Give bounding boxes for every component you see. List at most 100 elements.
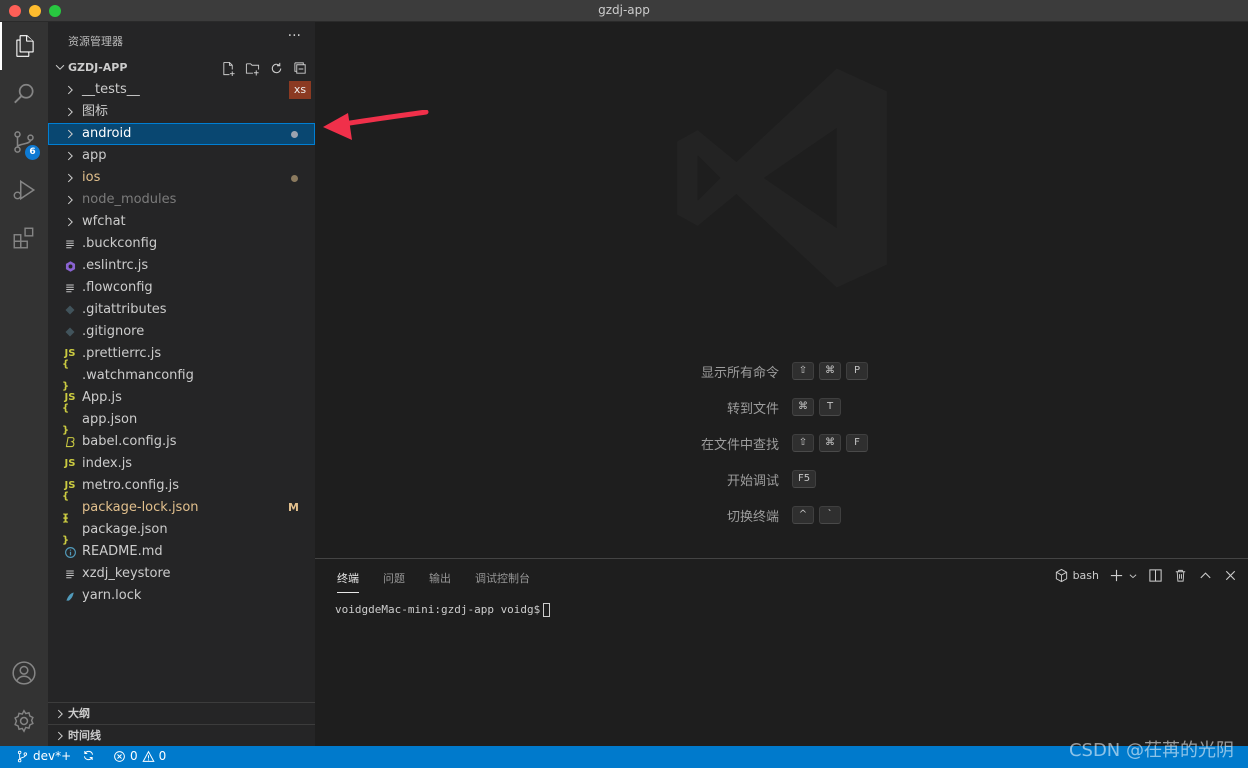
file-tree: __tests__ xs 图标 android app ios node_modules wf… <box>48 79 315 607</box>
accounts-activity[interactable] <box>0 649 48 697</box>
tree-item-label: babel.config.js <box>82 434 177 449</box>
timeline-section[interactable]: 时间线 <box>48 724 315 746</box>
shortcut-list: 显示所有命令 ⇧ ⌘ P 转到文件 ⌘ T 在文件中查找 ⇧ ⌘ F 开始调试 F5 切换终端 ^ ` <box>315 362 1248 542</box>
maximize-panel-button[interactable] <box>1198 568 1213 583</box>
file-item[interactable]: xzdj_keystore <box>48 563 315 585</box>
tree-item-icon <box>62 79 78 101</box>
tree-item-label: app.json <box>82 412 138 427</box>
split-terminal-button[interactable] <box>1148 568 1163 583</box>
tab-terminal[interactable]: 终端 <box>337 570 359 593</box>
file-item[interactable]: babel.config.js <box>48 431 315 453</box>
file-item[interactable]: .gitattributes <box>48 299 315 321</box>
eslint-icon <box>65 260 75 272</box>
window-title: gzdj-app <box>598 3 650 17</box>
new-terminal-button[interactable] <box>1109 568 1138 583</box>
file-item[interactable]: yarn.lock <box>48 585 315 607</box>
timeline-label: 时间线 <box>68 729 101 742</box>
tree-item-icon: { } <box>62 359 78 392</box>
refresh-button[interactable] <box>267 59 285 77</box>
close-panel-button[interactable] <box>1223 568 1238 583</box>
outline-section[interactable]: 大纲 <box>48 702 315 724</box>
tree-item-label: xzdj_keystore <box>82 566 171 581</box>
folder-item[interactable]: ios <box>48 167 315 189</box>
tab-problems[interactable]: 问题 <box>383 570 405 586</box>
keycap: ` <box>819 506 841 524</box>
run-debug-icon <box>13 179 36 201</box>
keycap: ⌘ <box>819 434 841 452</box>
chevron-right-icon <box>67 85 73 95</box>
new-folder-button[interactable] <box>243 59 261 77</box>
folder-item[interactable]: node_modules <box>48 189 315 211</box>
file-item[interactable]: JS App.js <box>48 387 315 409</box>
folder-item[interactable]: app <box>48 145 315 167</box>
file-item[interactable]: JS metro.config.js <box>48 475 315 497</box>
tree-item-icon <box>62 189 78 211</box>
shortcut-row: 转到文件 ⌘ T <box>315 398 1248 434</box>
kill-terminal-button[interactable] <box>1173 568 1188 583</box>
file-item[interactable]: { } package-lock.json M <box>48 491 315 524</box>
file-item[interactable]: .eslintrc.js <box>48 255 315 277</box>
sync-status[interactable] <box>82 749 95 762</box>
tab-debug-console[interactable]: 调试控制台 <box>475 570 530 586</box>
file-item[interactable]: { } package.json <box>48 513 315 546</box>
bottom-panel: 终端 问题 输出 调试控制台 bash voidgdeMac-mini:gzdj… <box>315 558 1248 746</box>
problems-status[interactable]: 0 0 <box>113 749 166 763</box>
shortcut-row: 切换终端 ^ ` <box>315 506 1248 542</box>
file-item[interactable]: { } app.json <box>48 403 315 436</box>
extensions-activity[interactable] <box>0 214 48 262</box>
run-debug-activity[interactable] <box>0 166 48 214</box>
collapse-all-button[interactable] <box>291 59 309 77</box>
source-control-activity[interactable]: 6 <box>0 118 48 166</box>
tree-item-label: package.json <box>82 522 168 537</box>
account-icon <box>12 661 36 685</box>
terminal-selector[interactable]: bash <box>1054 568 1099 583</box>
folder-item[interactable]: wfchat <box>48 211 315 233</box>
file-item[interactable]: .flowconfig <box>48 277 315 299</box>
chevron-right-icon <box>67 129 73 139</box>
xs-badge: xs <box>289 81 311 99</box>
more-actions-button[interactable]: ··· <box>288 28 301 44</box>
file-item[interactable]: { } .watchmanconfig <box>48 359 315 392</box>
folder-item[interactable]: 图标 <box>48 101 315 123</box>
error-icon <box>114 750 125 762</box>
file-item[interactable]: README.md <box>48 541 315 563</box>
chevron-right-icon <box>67 195 73 205</box>
manage-activity[interactable] <box>0 697 48 745</box>
tree-item-icon <box>62 563 78 585</box>
branch-status[interactable]: dev*+ <box>16 749 71 763</box>
tree-item-label: app <box>82 148 107 163</box>
tree-item-icon <box>62 211 78 233</box>
keycap: ⇧ <box>792 362 814 380</box>
files-icon <box>16 35 34 57</box>
search-activity[interactable] <box>0 70 48 118</box>
keycap: F5 <box>792 470 817 488</box>
new-file-button[interactable] <box>219 59 237 77</box>
folder-item[interactable]: __tests__ xs <box>48 79 315 101</box>
tree-item-icon <box>62 101 78 123</box>
chevron-right-icon <box>67 151 73 161</box>
folder-item[interactable]: android <box>48 123 315 145</box>
sync-icon <box>83 750 94 761</box>
file-item[interactable]: .buckconfig <box>48 233 315 255</box>
branch-name: dev*+ <box>33 749 72 763</box>
tree-item-label: .eslintrc.js <box>82 258 149 273</box>
scm-count-badge: 6 <box>25 145 40 160</box>
text-file-icon <box>66 570 74 579</box>
project-header[interactable]: GZDJ-APP <box>48 57 315 79</box>
tree-item-icon <box>62 145 78 167</box>
chevron-down-icon <box>55 64 65 70</box>
tree-item-label: .flowconfig <box>82 280 153 295</box>
explorer-title: 资源管理器 <box>68 35 123 48</box>
text-file-icon <box>66 240 74 249</box>
keycap: ⌘ <box>792 398 814 416</box>
yarn-icon <box>65 591 74 601</box>
file-item[interactable]: JS index.js <box>48 453 315 475</box>
file-item[interactable]: JS .prettierrc.js <box>48 343 315 365</box>
file-item[interactable]: .gitignore <box>48 321 315 343</box>
shortcut-label: 切换终端 <box>726 510 779 525</box>
tree-item-label: metro.config.js <box>82 478 179 493</box>
tab-output[interactable]: 输出 <box>429 570 451 586</box>
red-arrow-annotation <box>323 110 429 140</box>
terminal-output[interactable]: voidgdeMac-mini:gzdj-app voidg$ <box>335 603 551 617</box>
explorer-activity[interactable] <box>0 22 48 70</box>
